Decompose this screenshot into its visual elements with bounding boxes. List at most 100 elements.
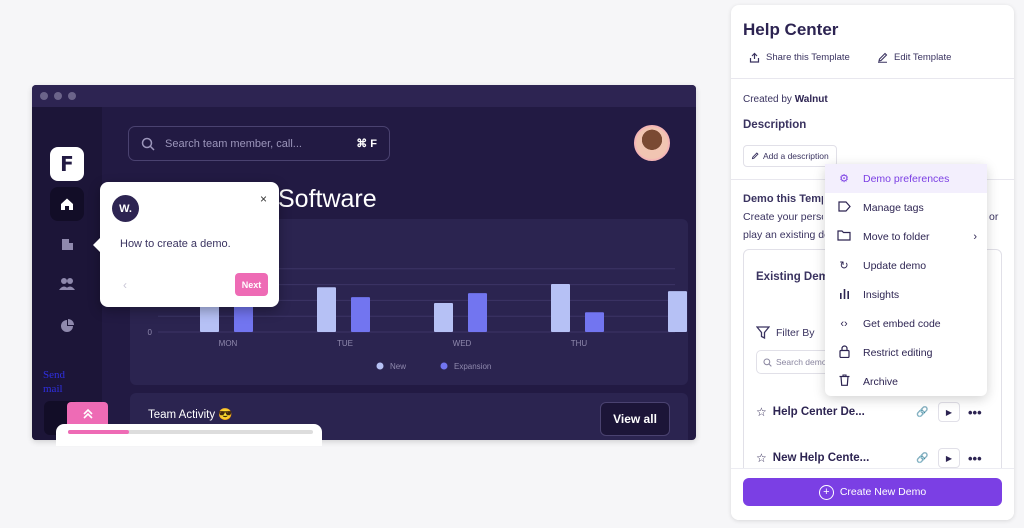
demo-search-placeholder: Search demos	[776, 357, 831, 367]
x-tick-label: THU	[571, 339, 588, 348]
view-all-button[interactable]: View all	[600, 402, 670, 436]
menu-item-label: Update demo	[863, 259, 927, 272]
bar-expansion	[585, 312, 604, 332]
avatar[interactable]	[634, 125, 670, 161]
window-dot	[54, 92, 62, 100]
menu-item-label: Demo preferences	[863, 172, 950, 185]
demo-name[interactable]: Help Center De...	[773, 406, 865, 418]
app-sidebar: F Send mail	[32, 107, 102, 440]
filter-by-button[interactable]: Filter By	[756, 326, 815, 339]
page-heading: Software	[278, 185, 377, 213]
app-logo-letter: F	[60, 152, 74, 176]
menu-item-manage-tags[interactable]: Manage tags	[825, 193, 987, 222]
demo-section-desc-end: or	[989, 211, 999, 223]
users-icon[interactable]	[50, 267, 84, 301]
search-placeholder: Search team member, call...	[165, 137, 302, 150]
walkthrough-tooltip: W. × How to create a demo. ‹ Next	[93, 182, 279, 307]
more-icon[interactable]: •••	[968, 451, 982, 466]
close-icon[interactable]: ×	[260, 192, 267, 206]
menu-item-restrict-editing[interactable]: Restrict editing	[825, 338, 987, 367]
menu-item-label: Manage tags	[863, 201, 924, 214]
play-icon[interactable]: ▶	[938, 402, 960, 422]
window-dot	[40, 92, 48, 100]
bar-expansion	[351, 297, 370, 332]
app-logo: F	[50, 147, 84, 181]
star-icon[interactable]: ☆	[756, 405, 767, 419]
building-icon[interactable]	[50, 227, 84, 261]
add-description-button[interactable]: Add a description	[743, 145, 837, 167]
menu-item-update-demo[interactable]: ↻ Update demo	[825, 251, 987, 280]
pencil-icon	[751, 152, 759, 160]
x-tick-label: WED	[453, 339, 472, 348]
share-icon	[749, 52, 760, 63]
tag-icon	[836, 200, 852, 215]
bar-chart-icon	[836, 288, 852, 302]
more-icon[interactable]: •••	[968, 405, 982, 420]
created-prefix: Created by	[743, 94, 792, 105]
created-by-name: Walnut	[794, 94, 828, 105]
next-button[interactable]: Next	[235, 273, 268, 296]
team-activity-title: Team Activity 😎	[148, 409, 233, 421]
menu-item-get-embed-code[interactable]: ‹› Get embed code	[825, 309, 987, 338]
description-label: Description	[743, 119, 807, 131]
bar-new	[317, 287, 336, 332]
refresh-icon: ↻	[839, 260, 849, 272]
edit-template-button[interactable]: Edit Template	[877, 52, 951, 63]
demo-section-title: Demo this Template	[743, 193, 823, 205]
play-icon[interactable]: ▶	[938, 448, 960, 468]
list-item[interactable]: ☆ New Help Cente... 🔗 ▶ •••	[756, 448, 992, 468]
legend-dot	[440, 362, 448, 370]
x-tick-label: MON	[219, 339, 238, 348]
back-button[interactable]: ‹	[114, 274, 136, 296]
bar-expansion	[468, 293, 487, 332]
demo-search-input[interactable]: Search demos	[756, 350, 836, 374]
list-item[interactable]: ☆ Help Center De... 🔗 ▶ •••	[756, 402, 992, 422]
create-new-demo-label: Create New Demo	[839, 486, 927, 498]
chevrons-up-icon	[82, 408, 93, 419]
legend-dot	[376, 362, 384, 370]
divider	[731, 78, 1014, 79]
bar-new	[668, 291, 687, 332]
filter-icon	[756, 326, 770, 339]
send-mail-link[interactable]: Send mail	[43, 368, 83, 396]
pencil-icon	[878, 52, 888, 63]
home-icon[interactable]	[50, 187, 84, 221]
share-template-button[interactable]: Share this Template	[749, 52, 850, 63]
trash-icon	[836, 374, 852, 389]
demo-context-menu: ⚙ Demo preferences Manage tags Move to f…	[825, 164, 987, 396]
panel-footer: + Create New Demo	[731, 468, 1014, 520]
search-icon	[763, 357, 772, 367]
panel-title: Help Center	[743, 20, 839, 39]
star-icon[interactable]: ☆	[756, 451, 767, 465]
bar-new	[200, 305, 219, 332]
add-description-label: Add a description	[763, 151, 829, 161]
menu-item-label: Get embed code	[863, 317, 941, 330]
share-template-label: Share this Template	[766, 52, 850, 63]
menu-item-insights[interactable]: Insights	[825, 280, 987, 309]
menu-item-label: Move to folder	[863, 230, 930, 243]
progress-fill	[68, 430, 130, 434]
pie-chart-icon[interactable]	[50, 309, 84, 343]
menu-item-move-to-folder[interactable]: Move to folder ›	[825, 222, 987, 251]
link-icon[interactable]: 🔗	[916, 453, 928, 464]
demo-section-desc-2: play an existing demo	[743, 229, 825, 241]
collapse-toggle[interactable]	[67, 402, 108, 426]
menu-item-demo-preferences[interactable]: ⚙ Demo preferences	[825, 164, 987, 193]
team-search-input[interactable]: Search team member, call... ⌘ F	[128, 126, 390, 161]
created-by: Created by Walnut	[743, 94, 828, 105]
x-tick-label: TUE	[337, 339, 353, 348]
menu-item-archive[interactable]: Archive	[825, 367, 987, 396]
create-new-demo-button[interactable]: + Create New Demo	[743, 478, 1002, 506]
window-dot	[68, 92, 76, 100]
link-icon[interactable]: 🔗	[916, 407, 928, 418]
demo-name[interactable]: New Help Cente...	[773, 452, 870, 464]
search-shortcut: ⌘ F	[356, 138, 377, 150]
filter-label: Filter By	[776, 326, 815, 339]
menu-item-label: Insights	[863, 288, 900, 301]
lock-icon	[836, 344, 852, 361]
folder-icon	[836, 229, 852, 244]
legend-label: Expansion	[454, 362, 491, 371]
y-tick-label: 0	[148, 328, 153, 337]
code-icon: ‹›	[840, 317, 848, 330]
existing-demos-title: Existing Demos	[756, 271, 828, 283]
